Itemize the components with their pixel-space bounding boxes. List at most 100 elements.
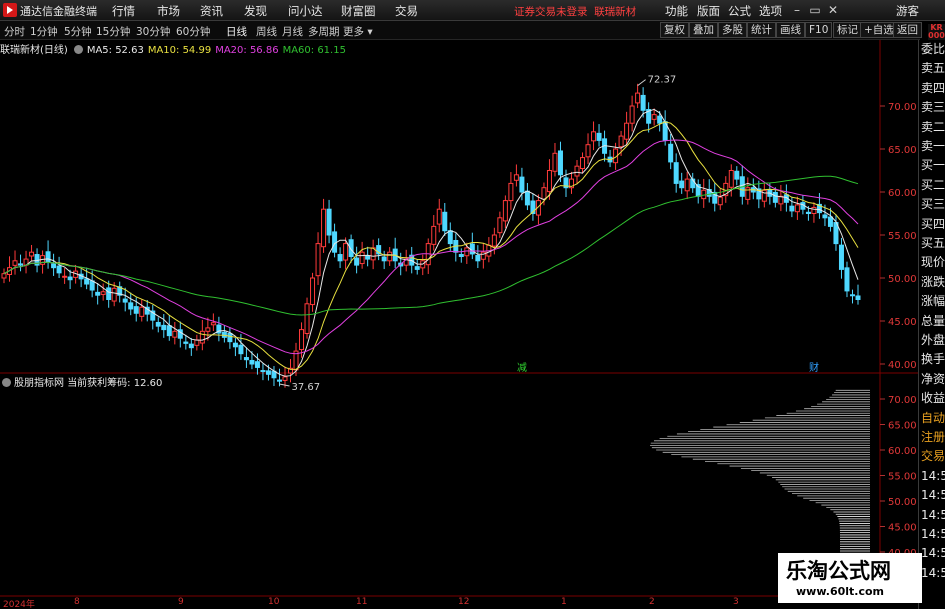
period-more[interactable]: 更多 ▾: [343, 24, 373, 39]
candle-body: [728, 170, 734, 188]
sub-tick-label: 55.00: [888, 472, 917, 483]
candle-body: [111, 287, 117, 302]
period-1min[interactable]: 1分钟: [30, 24, 58, 39]
time-label: 2: [649, 597, 655, 607]
candle-body: [591, 131, 597, 142]
broker-login-warning[interactable]: 证券交易未登录 联瑞新材: [514, 4, 636, 19]
candle-body: [254, 361, 260, 368]
chevron-down-icon[interactable]: [2, 378, 11, 387]
ma60-label: MA60: 61.15: [282, 45, 346, 56]
candle-body: [310, 277, 316, 306]
quote-field: 自动: [921, 410, 945, 425]
candle-body: [260, 370, 266, 373]
chip-distribution: [650, 389, 870, 566]
indicator-name: 股朋指标网: [14, 378, 64, 389]
restore-icon[interactable]: ▭: [807, 2, 823, 18]
candle-body: [265, 370, 271, 375]
period-multi[interactable]: 多周期: [308, 24, 340, 39]
menu-discover[interactable]: 发现: [244, 3, 267, 19]
candle-body: [315, 243, 321, 277]
menu-layout[interactable]: 版面: [697, 3, 720, 19]
candle-body: [133, 306, 139, 314]
candle-body: [227, 332, 233, 343]
candle-body: [139, 306, 145, 317]
mark-button[interactable]: 标记: [833, 22, 862, 38]
candle-body: [387, 251, 393, 262]
candle-body: [332, 231, 338, 253]
event-marker-reduce[interactable]: 减: [517, 359, 527, 374]
period-5min[interactable]: 5分钟: [64, 24, 92, 39]
quote-field: 卖五: [921, 61, 945, 76]
minimize-icon[interactable]: –: [789, 2, 805, 18]
menu-functions[interactable]: 功能: [665, 3, 688, 19]
candle-body: [194, 339, 200, 346]
candle-body: [541, 187, 547, 200]
close-icon[interactable]: ✕: [825, 2, 841, 18]
quote-field: 总量: [921, 313, 945, 328]
draw-line-button[interactable]: 画线: [776, 22, 805, 38]
ma-legend: 联瑞新材(日线) MA5: 52.63 MA10: 54.99 MA20: 56.86…: [0, 41, 350, 56]
extreme-marks: 72.37 37.67: [279, 75, 676, 393]
max-price-pointer: [637, 79, 646, 87]
watermark-title: 乐淘公式网: [786, 558, 891, 583]
candle-body: [243, 357, 249, 361]
period-monthly[interactable]: 月线: [282, 24, 303, 39]
quote-field: 交易: [921, 449, 945, 464]
back-button[interactable]: 返回: [893, 22, 922, 38]
quote-side-panel: 委比 卖五 卖四 卖三 卖二 卖一 买一 买二 买三 买四 买五 现价 涨跌 涨幅 总量 外盘 换手 净资 收益 自动…: [918, 40, 945, 609]
candle-body: [684, 178, 690, 192]
menu-options[interactable]: 选项: [759, 3, 782, 19]
quote-field: 卖三: [921, 100, 945, 115]
event-marker-finance[interactable]: 财: [809, 359, 819, 374]
candle-body: [304, 303, 310, 334]
period-intraday[interactable]: 分时: [4, 24, 25, 39]
candle-body: [172, 330, 178, 338]
overlay-button[interactable]: 叠加: [689, 22, 718, 38]
menu-markets[interactable]: 市场: [157, 3, 180, 19]
candle-body: [62, 275, 68, 278]
candle-body: [343, 243, 349, 261]
candle-body: [100, 291, 106, 295]
candle-body: [67, 276, 73, 281]
f10-button[interactable]: F10: [805, 22, 833, 38]
app-name: 通达信金融终端: [20, 5, 97, 18]
candle-body: [469, 243, 475, 255]
period-daily[interactable]: 日线: [226, 24, 247, 39]
menu-market[interactable]: 行情: [112, 3, 135, 19]
menu-wealth-circle[interactable]: 财富圈: [341, 3, 376, 19]
menu-formula[interactable]: 公式: [728, 3, 751, 19]
period-15min[interactable]: 15分钟: [96, 24, 130, 39]
guest-login[interactable]: 游客: [896, 3, 919, 19]
adjust-button[interactable]: 复权: [660, 22, 689, 38]
min-price-label: 37.67: [291, 382, 320, 393]
candle-body: [447, 230, 453, 245]
candle-body: [794, 204, 800, 213]
chevron-down-icon[interactable]: [73, 45, 83, 54]
period-60min[interactable]: 60分钟: [176, 24, 210, 39]
candle-body: [414, 266, 420, 270]
chart-title: 联瑞新材(日线): [0, 45, 68, 56]
candle-body: [855, 295, 861, 300]
candle-body: [122, 298, 128, 303]
candle-body: [629, 105, 635, 124]
statistics-button[interactable]: 统计: [747, 22, 776, 38]
candle-body: [635, 92, 641, 104]
quote-field: 买一: [921, 158, 945, 173]
menu-assistant[interactable]: 问小达: [288, 3, 323, 19]
period-30min[interactable]: 30分钟: [136, 24, 170, 39]
menu-news[interactable]: 资讯: [200, 3, 223, 19]
candle-body: [205, 327, 211, 332]
candle-body: [442, 211, 448, 232]
candle-body: [596, 132, 602, 141]
chart-area[interactable]: 70.00 65.00 60.00 55.00 50.00 45.00 40.00 72.3…: [0, 40, 918, 609]
ma20-label: MA20: 56.86: [215, 45, 279, 56]
quote-field: 买四: [921, 216, 945, 231]
quote-field: 14:56: [921, 507, 945, 522]
period-weekly[interactable]: 周线: [256, 24, 277, 39]
candle-body: [651, 114, 657, 120]
candle-body: [84, 278, 90, 285]
multi-stock-button[interactable]: 多股: [718, 22, 747, 38]
candle-body: [552, 152, 558, 172]
menu-trade[interactable]: 交易: [395, 3, 418, 19]
quote-field: 换手: [921, 352, 945, 367]
